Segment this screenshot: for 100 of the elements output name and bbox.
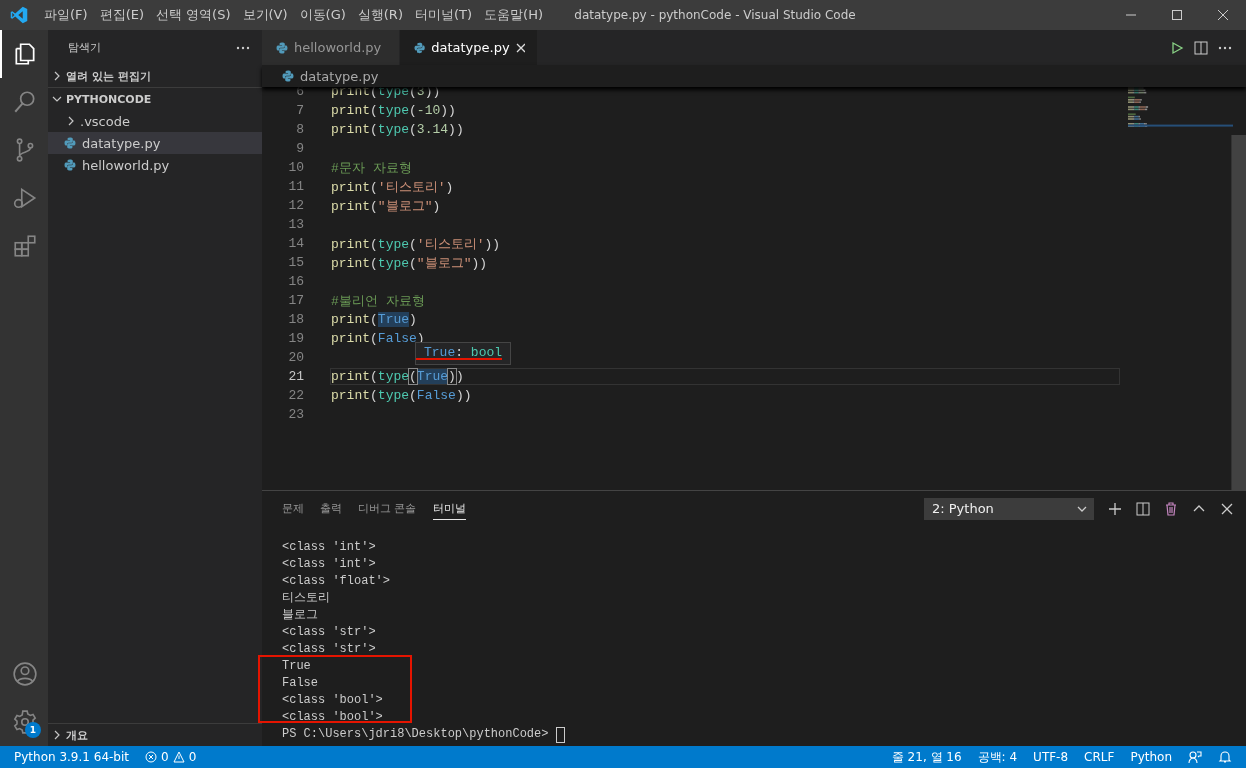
menu-item[interactable]: 이동(G) (293, 6, 352, 24)
files-icon[interactable] (12, 41, 38, 67)
terminal-line: <class 'int'> (282, 539, 377, 556)
indentation-status[interactable]: 공백: 4 (969, 748, 1026, 766)
more-icon[interactable] (236, 45, 250, 50)
code-line: #불리언 자료형 (331, 292, 425, 310)
tree-item[interactable]: .vscode (48, 110, 262, 132)
terminal-prompt: PS C:\Users\jdri8\Desktop\pythonCode> (282, 726, 549, 743)
line-number: 21 (287, 369, 304, 384)
maximize-icon[interactable] (1172, 10, 1182, 20)
settings-icon[interactable] (12, 709, 38, 735)
terminal-line: 티스토리 (282, 590, 331, 607)
line-ending-status[interactable]: CRLF (1076, 750, 1123, 764)
extensions-icon[interactable] (12, 233, 38, 259)
section-title: PYTHONCODE (66, 92, 152, 106)
line-number: 10 (287, 160, 304, 175)
account-icon[interactable] (12, 661, 38, 687)
code-line: print(type(-10)) (331, 103, 456, 118)
encoding-status[interactable]: UTF-8 (1025, 750, 1077, 764)
line-number: 6 (295, 87, 304, 99)
notification-badge: 1 (25, 722, 41, 738)
line-number: 8 (295, 122, 304, 137)
code-line: print("블로그") (331, 197, 441, 215)
terminal-line: 블로그 (282, 607, 319, 624)
terminal-line: <class 'str'> (282, 641, 377, 658)
run-debug-icon[interactable] (12, 185, 38, 211)
error-count[interactable]: 0 (161, 750, 169, 764)
python-file-icon (282, 70, 294, 82)
section-header[interactable]: 열려 있는 편집기 (48, 65, 262, 87)
line-number: 19 (287, 331, 304, 346)
menu-item[interactable]: 파일(F) (38, 6, 94, 24)
trash-icon[interactable] (1164, 501, 1178, 516)
editor-tab[interactable]: datatype.py (400, 30, 538, 65)
line-number: 20 (287, 350, 304, 365)
bell-icon[interactable] (1218, 750, 1232, 764)
warning-count[interactable]: 0 (188, 750, 197, 764)
tab-label: datatype.py (431, 40, 510, 55)
chevron-icon (52, 730, 62, 740)
terminal-select[interactable]: 2: Python (924, 497, 1094, 520)
warning-icon[interactable] (172, 751, 185, 763)
more-icon[interactable] (1218, 45, 1232, 50)
panel-tab[interactable]: 디버그 콘솔 (358, 497, 417, 520)
file-name: .vscode (80, 113, 130, 129)
scrollbar[interactable] (1231, 135, 1246, 490)
menu-item[interactable]: 선택 영역(S) (150, 6, 237, 24)
language-status[interactable]: Python (1122, 750, 1180, 764)
menu-item[interactable]: 터미널(T) (408, 6, 479, 24)
error-icon[interactable] (145, 751, 157, 763)
code-line: print(type('티스토리')) (331, 235, 501, 253)
line-number: 9 (295, 141, 304, 156)
code-line: print(type(False)) (331, 388, 472, 403)
python-file-icon (276, 41, 288, 54)
close-icon[interactable] (1220, 501, 1234, 516)
sidebar-title: 탐색기 (68, 40, 101, 55)
split-terminal-icon[interactable] (1136, 501, 1150, 516)
terminal-line: <class 'str'> (282, 624, 377, 641)
line-number: 11 (287, 179, 304, 194)
breadcrumb[interactable]: datatype.py (262, 65, 1246, 87)
add-icon[interactable] (1108, 501, 1122, 516)
menu-item[interactable]: 보기(V) (236, 6, 294, 24)
line-number: 13 (287, 217, 304, 232)
panel-tab[interactable]: 문제 (282, 497, 304, 520)
editor-tab[interactable]: helloworld.py (262, 30, 400, 65)
tree-item[interactable]: datatype.py (48, 132, 262, 154)
cursor-position[interactable]: 줄 21, 열 16 (883, 748, 970, 766)
close-icon[interactable] (1218, 10, 1228, 20)
line-number: 22 (287, 388, 304, 403)
terminal-line: <class 'bool'> (282, 692, 384, 709)
terminal-line: <class 'int'> (282, 556, 377, 573)
run-icon[interactable] (1170, 40, 1184, 55)
interpreter-status[interactable]: Python 3.9.1 64-bit (6, 750, 137, 764)
feedback-icon[interactable] (1188, 750, 1202, 764)
menu-item[interactable]: 도움말(H) (478, 6, 549, 24)
python-file-icon (414, 41, 426, 54)
file-name: helloworld.py (82, 157, 170, 173)
section-header[interactable]: PYTHONCODE (48, 87, 262, 110)
line-number: 7 (295, 103, 304, 118)
terminal-line: <class 'float'> (282, 573, 392, 590)
panel-tab[interactable]: 터미널 (432, 497, 466, 520)
code-line: print(type("블로그")) (331, 254, 488, 272)
window-title: datatype.py - pythonCode - Visual Studio Code (573, 8, 857, 22)
terminal-line: <class 'bool'> (282, 709, 384, 726)
line-number: 14 (287, 236, 304, 251)
section-title: 열려 있는 편집기 (66, 68, 151, 84)
menu-item[interactable]: 실행(R) (351, 6, 409, 24)
menu-item[interactable]: 편집(E) (93, 6, 150, 24)
line-number: 15 (287, 255, 304, 270)
code-line: #문자 자료형 (331, 159, 412, 177)
split-editor-icon[interactable] (1194, 40, 1208, 55)
panel-tab[interactable]: 출력 (320, 497, 342, 520)
line-number: 17 (287, 293, 304, 308)
close-icon[interactable] (515, 42, 525, 53)
python-file-icon (64, 159, 76, 171)
line-number: 23 (287, 407, 304, 422)
line-number: 12 (287, 198, 304, 213)
tab-label: helloworld.py (294, 40, 382, 55)
tree-item[interactable]: helloworld.py (48, 154, 262, 176)
file-name: datatype.py (82, 135, 161, 151)
terminal-line: False (282, 675, 319, 692)
code-line: print('티스토리') (331, 178, 454, 196)
